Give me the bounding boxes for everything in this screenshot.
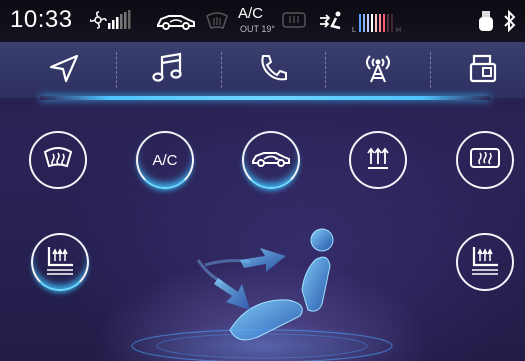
nav-item-media[interactable] [117, 42, 221, 98]
right-seat-heat-button[interactable] [456, 233, 514, 291]
ac-status[interactable]: A/C OUT 19° [230, 5, 282, 37]
airflow-direction-icon[interactable] [318, 10, 346, 37]
rear-defrost-icon[interactable] [282, 11, 306, 34]
nav-item-navigation[interactable] [12, 42, 116, 98]
nav-item-phone[interactable] [222, 42, 326, 98]
apps-icon [468, 52, 498, 89]
svg-text:L: L [352, 27, 356, 34]
status-bar: 10:33 A/C OUT 19° L H [0, 0, 525, 42]
nav-active-indicator [40, 96, 490, 100]
svg-text:H: H [396, 27, 401, 34]
car-recirculation-icon[interactable] [155, 10, 197, 37]
clock-time: 10:33 [10, 6, 73, 33]
front-defrost-icon [42, 146, 74, 175]
car-recirculation-icon [251, 147, 291, 174]
max-heat-button[interactable] [349, 131, 407, 189]
outside-temperature: OUT 19° [240, 24, 275, 34]
seat-heat-icon [468, 243, 502, 282]
left-seat-heat-button[interactable] [31, 233, 89, 291]
nav-item-radio[interactable] [326, 42, 430, 98]
navigation-arrow-icon [47, 53, 81, 88]
phone-icon [258, 53, 290, 88]
fan-speed-icon[interactable] [89, 7, 142, 38]
bluetooth-icon [503, 9, 517, 37]
radio-tower-icon [362, 52, 394, 89]
usb-icon [478, 10, 494, 37]
ac-button[interactable]: A/C [136, 131, 194, 189]
rear-defrost-icon [469, 147, 501, 174]
temperature-level-icon: L H [352, 8, 408, 41]
max-heat-icon [365, 144, 391, 177]
ac-status-label: A/C [238, 5, 264, 22]
seat-heat-icon [43, 243, 77, 282]
recirculation-button[interactable] [242, 131, 300, 189]
nav-item-apps[interactable] [431, 42, 525, 98]
ac-button-label: A/C [152, 151, 178, 169]
seat-airflow-illustration [122, 228, 402, 361]
music-note-icon [152, 52, 186, 89]
front-defrost-button[interactable] [29, 131, 87, 189]
windshield-defrost-icon[interactable] [205, 12, 229, 35]
rear-defrost-button[interactable] [456, 131, 514, 189]
